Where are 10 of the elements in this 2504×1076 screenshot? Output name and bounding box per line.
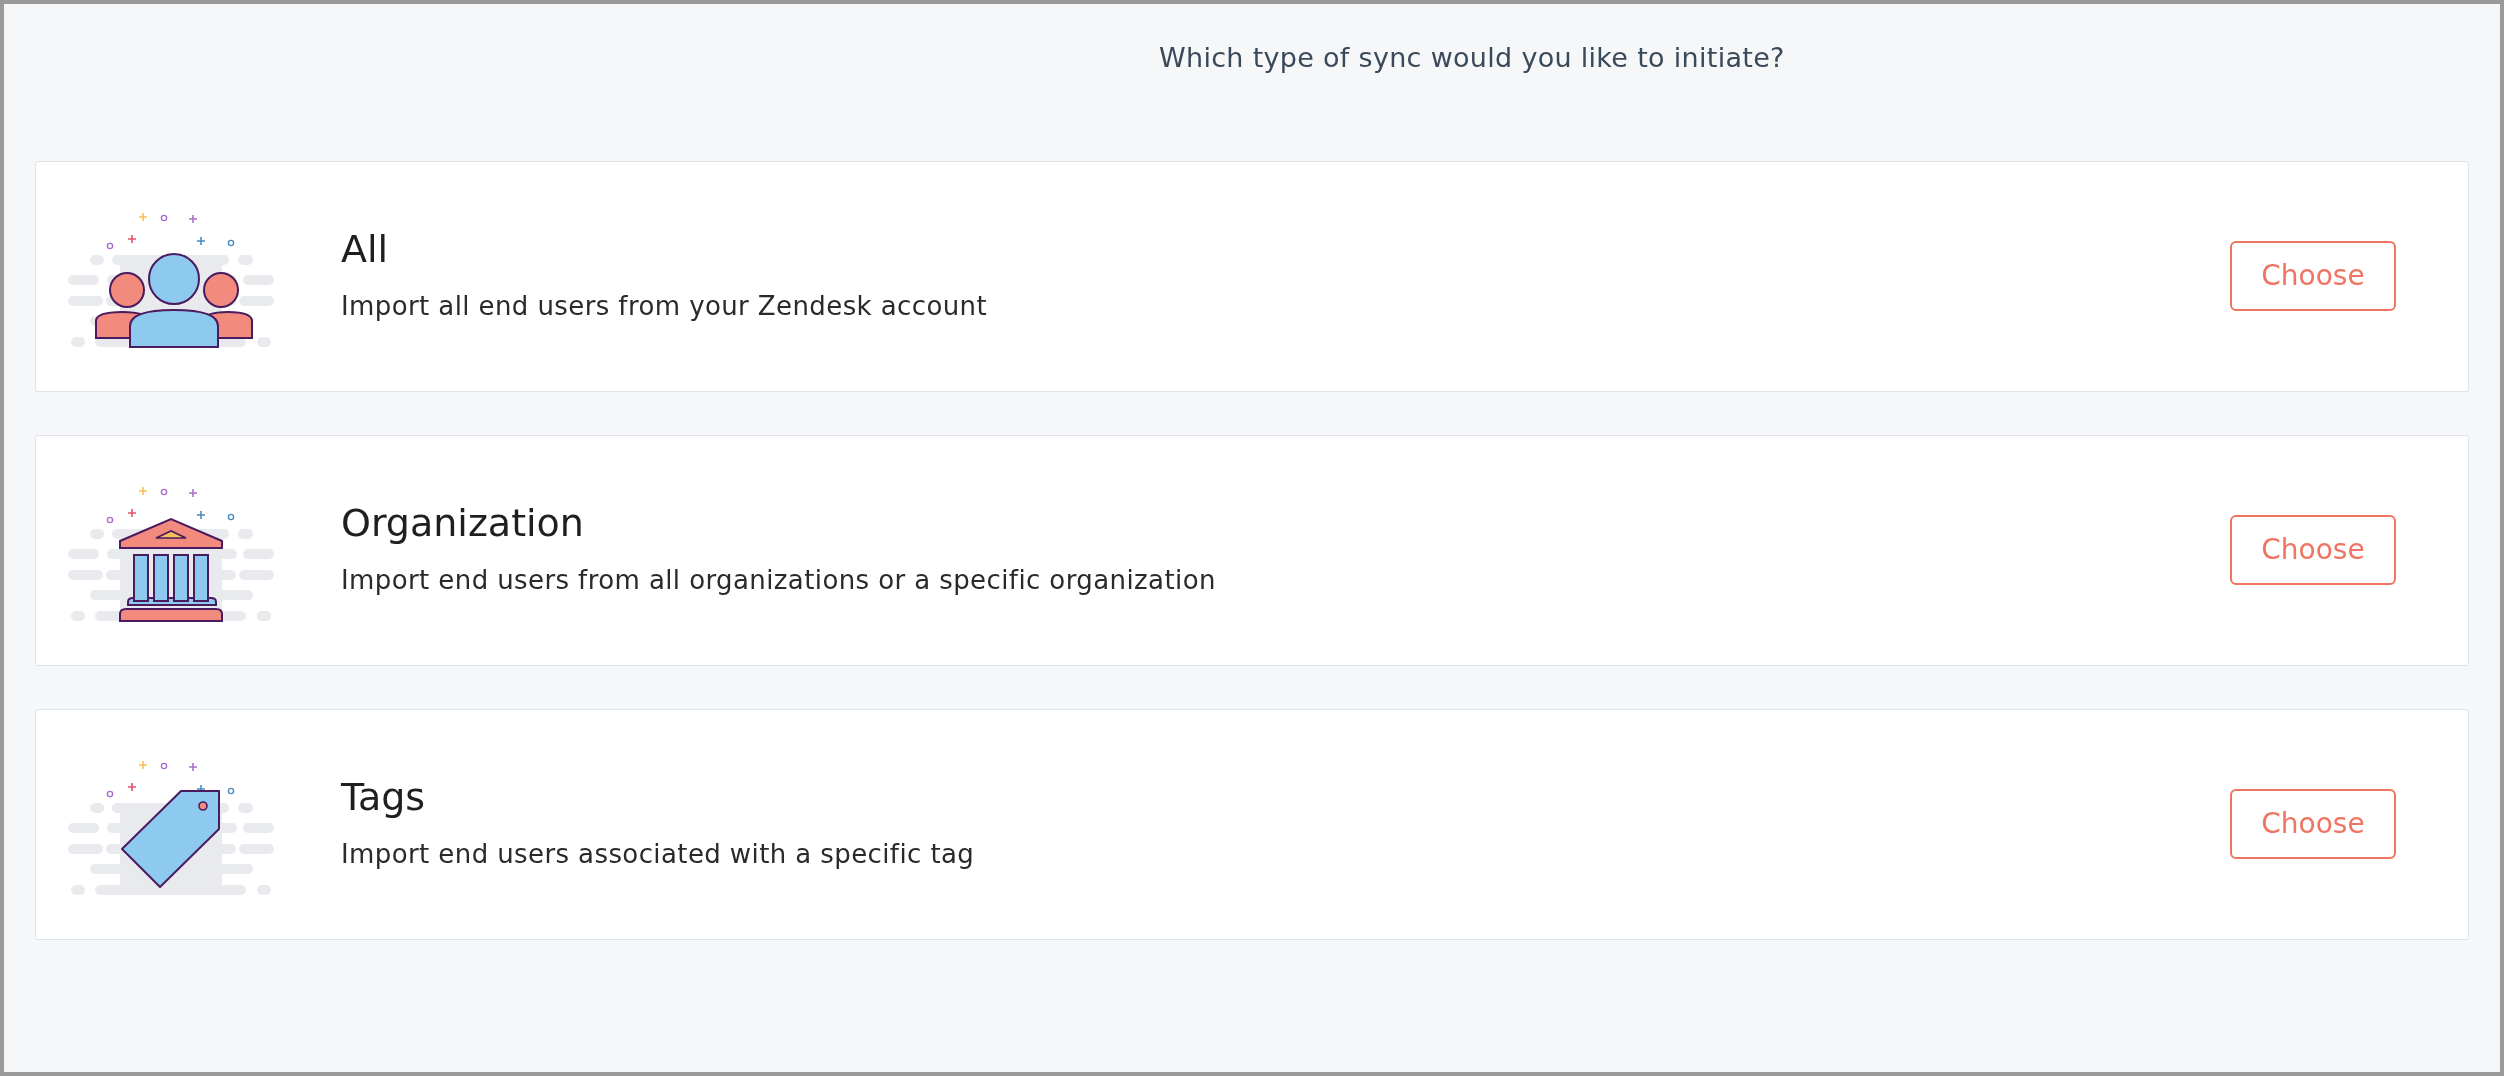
option-title: Tags <box>341 774 427 820</box>
choose-button[interactable]: Choose <box>2230 515 2396 585</box>
option-description: Import end users associated with a specific tag <box>341 838 976 870</box>
option-description: Import end users from all organizations or a specific organization <box>341 564 1217 596</box>
sync-type-question: Which type of sync would you like to initiate? <box>1159 42 1785 73</box>
option-title: Organization <box>341 500 585 546</box>
option-description: Import all end users from your Zendesk account <box>341 290 989 322</box>
choose-button[interactable]: Choose <box>2230 241 2396 311</box>
option-title: All <box>341 226 390 272</box>
choose-button[interactable]: Choose <box>2230 789 2396 859</box>
